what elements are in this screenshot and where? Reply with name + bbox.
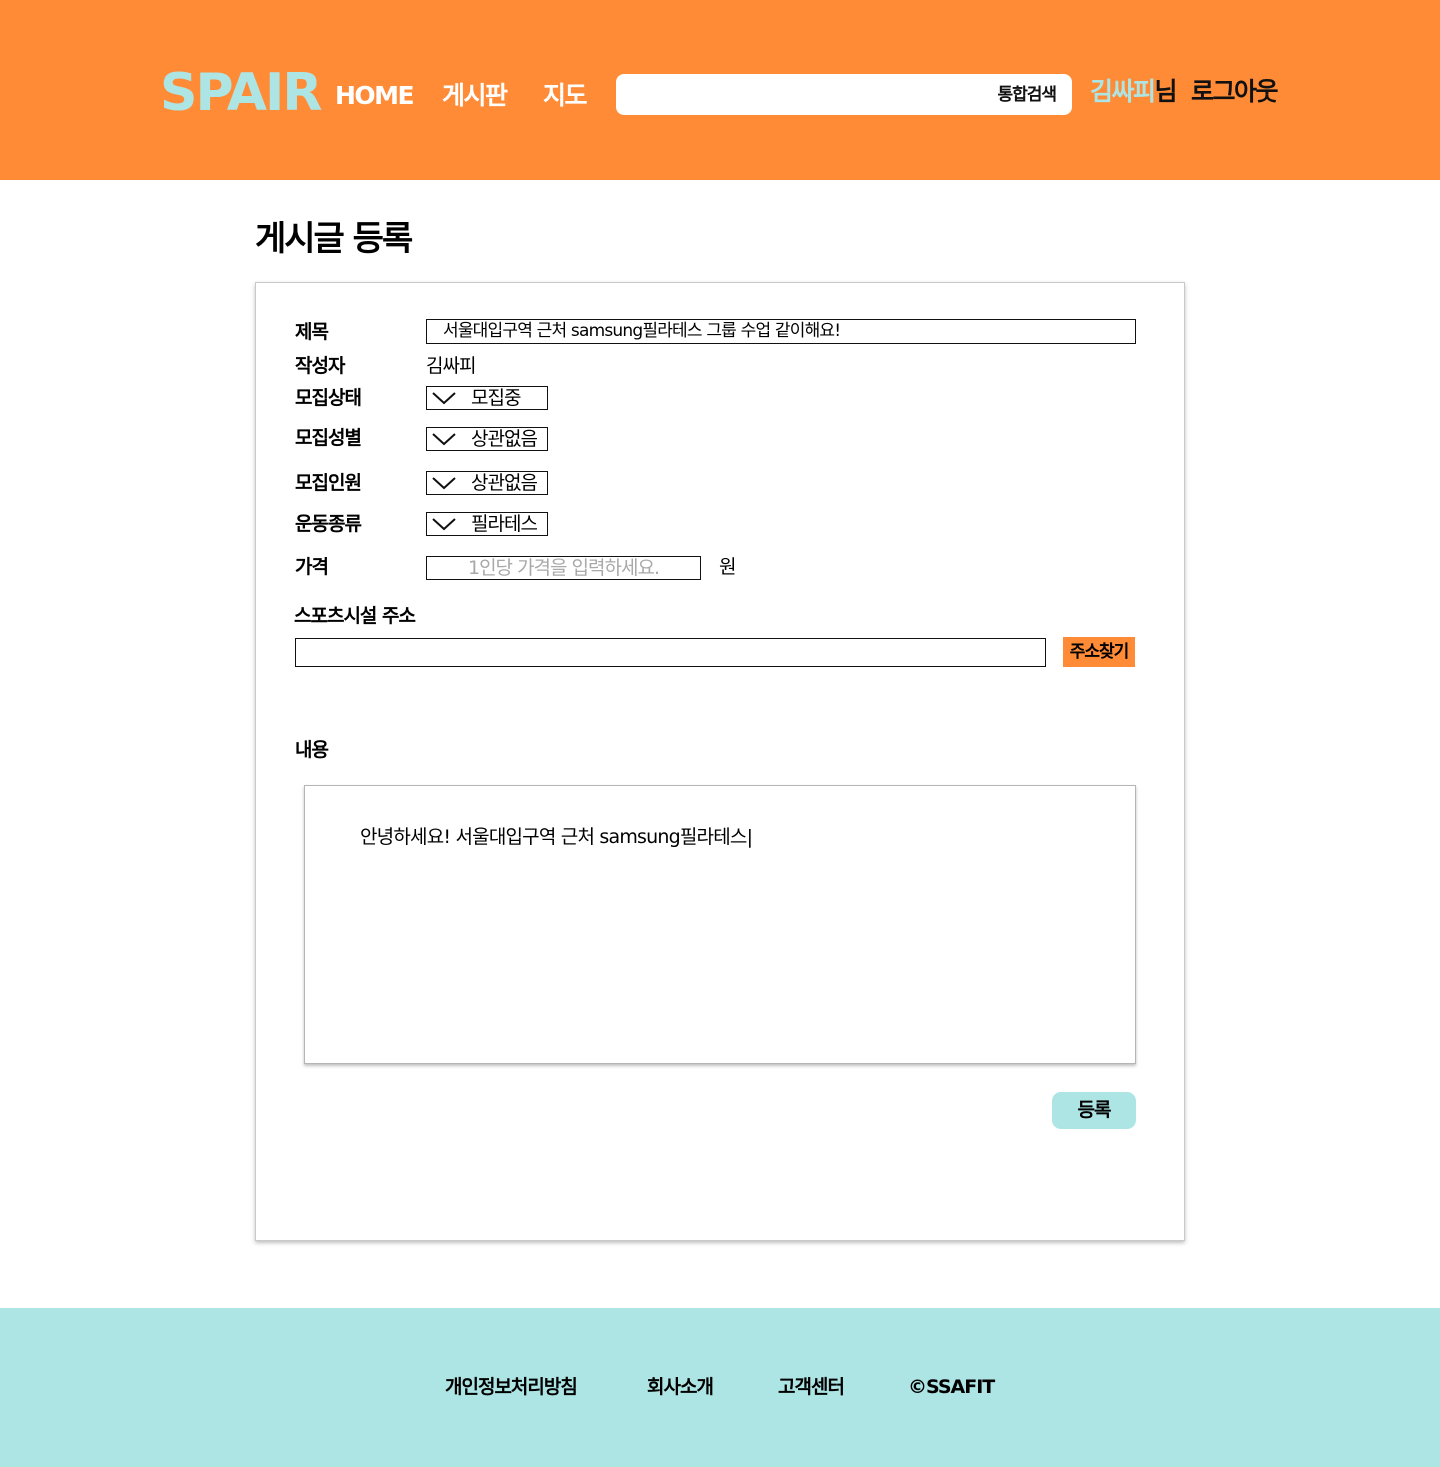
- chevron-down-icon: [432, 433, 456, 446]
- status-select-value: 모집중: [471, 387, 521, 409]
- author-label: 작성자: [295, 355, 345, 377]
- site-header: SPAIR HOME 게시판 지도 통합검색 김싸피님 로그아웃: [0, 0, 1440, 180]
- chevron-down-icon: [432, 392, 456, 405]
- gender-label: 모집성별: [295, 427, 362, 449]
- price-label: 가격: [295, 556, 329, 578]
- content-text: 안녕하세요! 서울대입구역 근처 samsung필라테스|: [360, 826, 753, 848]
- status-label: 모집상태: [295, 387, 362, 409]
- content-label: 내용: [295, 739, 329, 761]
- address-input[interactable]: [295, 638, 1046, 667]
- address-label: 스포츠시설 주소: [294, 605, 416, 627]
- chevron-down-icon: [432, 518, 456, 531]
- gender-select-value: 상관없음: [471, 428, 538, 450]
- sport-label: 운동종류: [295, 513, 362, 535]
- headcount-label: 모집인원: [295, 472, 362, 494]
- submit-button[interactable]: 등록: [1052, 1092, 1136, 1129]
- headcount-select[interactable]: 상관없음: [426, 471, 548, 495]
- user-suffix: 님: [1154, 77, 1178, 106]
- price-unit: 원: [719, 556, 737, 578]
- logo[interactable]: SPAIR: [160, 62, 322, 124]
- chevron-down-icon: [432, 477, 456, 490]
- search-button[interactable]: 통합검색: [997, 84, 1057, 106]
- headcount-select-value: 상관없음: [471, 472, 538, 494]
- logout-button[interactable]: 로그아웃: [1191, 76, 1279, 108]
- price-input[interactable]: 1인당 가격을 입력하세요.: [426, 556, 701, 580]
- search-box: 통합검색: [616, 74, 1072, 115]
- search-input[interactable]: [626, 78, 976, 111]
- content-textarea[interactable]: 안녕하세요! 서울대입구역 근처 samsung필라테스|: [304, 785, 1136, 1064]
- nav-home[interactable]: HOME: [335, 80, 415, 112]
- title-input[interactable]: 서울대입구역 근처 samsung필라테스 그룹 수업 같이해요!: [426, 319, 1136, 344]
- gender-select[interactable]: 상관없음: [426, 427, 548, 451]
- page-title: 게시글 등록: [255, 219, 413, 259]
- sport-select[interactable]: 필라테스: [426, 512, 548, 536]
- sport-select-value: 필라테스: [471, 513, 538, 535]
- site-footer: 개인정보처리방침 회사소개 고객센터 ©SSAFIT: [0, 1308, 1440, 1467]
- footer-link-about[interactable]: 회사소개: [647, 1374, 714, 1400]
- footer-copyright: ©SSAFIT: [908, 1376, 995, 1398]
- author-value: 김싸피: [426, 355, 476, 377]
- footer-link-privacy[interactable]: 개인정보처리방침: [445, 1374, 578, 1400]
- user-greeting: 김싸피님: [1090, 76, 1178, 108]
- post-form-card: 제목 서울대입구역 근처 samsung필라테스 그룹 수업 같이해요! 작성자…: [255, 282, 1185, 1241]
- nav-board[interactable]: 게시판: [442, 80, 508, 112]
- nav-map[interactable]: 지도: [543, 80, 588, 112]
- find-address-button[interactable]: 주소찾기: [1063, 637, 1135, 667]
- title-label: 제목: [295, 321, 329, 343]
- footer-link-support[interactable]: 고객센터: [778, 1374, 845, 1400]
- user-name: 김싸피: [1090, 77, 1156, 106]
- status-select[interactable]: 모집중: [426, 386, 548, 410]
